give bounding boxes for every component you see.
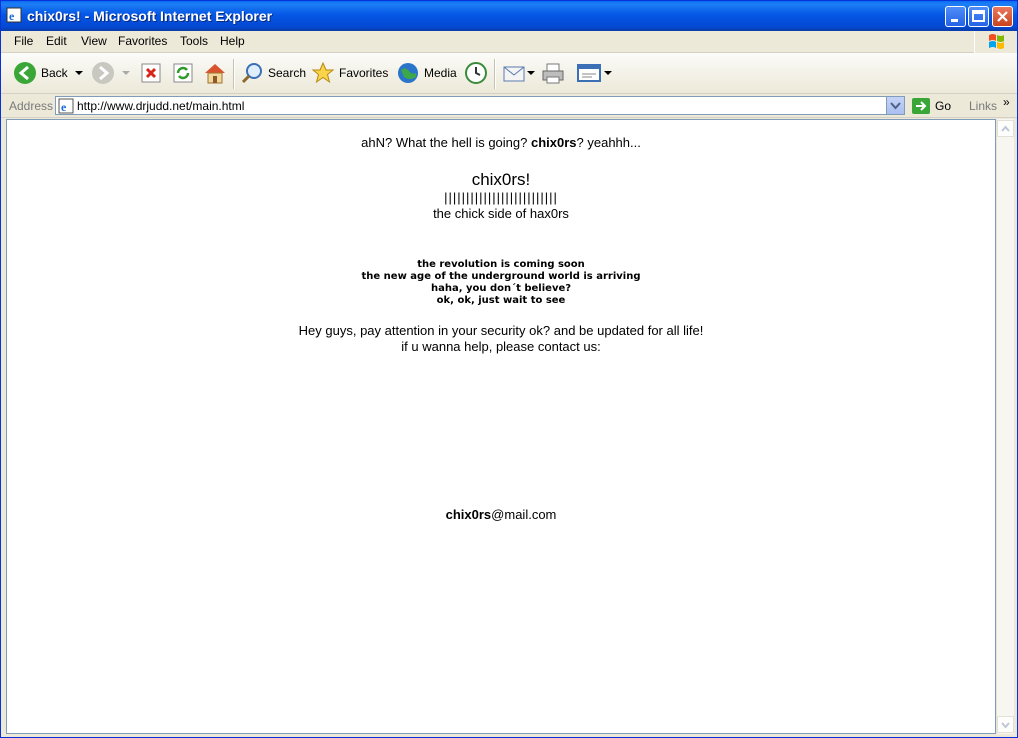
forward-arrow-icon bbox=[92, 62, 114, 84]
back-button[interactable]: Back bbox=[13, 59, 86, 87]
standard-toolbar: Back Search Favorites Media bbox=[1, 53, 1017, 94]
windows-flag-icon bbox=[989, 34, 1004, 49]
menu-view[interactable]: View bbox=[81, 34, 107, 48]
svg-text:e: e bbox=[61, 100, 67, 114]
close-icon bbox=[997, 11, 1008, 22]
bold-line: haha, you don´t believe? bbox=[430, 283, 572, 294]
page-subtitle: the chick side of hax0rs bbox=[433, 206, 569, 221]
help-line: if u wanna help, please contact us: bbox=[401, 339, 601, 354]
intro-text-bold: chix0rs bbox=[530, 135, 577, 150]
go-button[interactable]: Go bbox=[911, 97, 951, 115]
ie-icon: e bbox=[6, 7, 22, 23]
chevron-down-icon[interactable] bbox=[119, 68, 133, 78]
minimize-button[interactable] bbox=[945, 6, 966, 27]
address-bar: Address e http://www.drjudd.net/main.htm… bbox=[1, 94, 1017, 118]
intro-text-c: ? yeahhh... bbox=[576, 135, 641, 150]
star-icon bbox=[311, 61, 335, 84]
bold-line: ok, ok, just wait to see bbox=[436, 295, 566, 306]
mail-envelope-icon bbox=[503, 66, 525, 82]
menu-edit[interactable]: Edit bbox=[46, 34, 67, 48]
title-bar[interactable]: e chix0rs! - Microsoft Internet Explorer bbox=[1, 1, 1017, 31]
maximize-button[interactable] bbox=[968, 6, 989, 27]
edit-button[interactable] bbox=[576, 59, 614, 87]
intro-text-a: ahN? What the hell is going? bbox=[361, 135, 531, 150]
links-button[interactable]: Links bbox=[969, 99, 997, 113]
page-content: ahN? What the hell is going? chix0rs? ye… bbox=[6, 119, 996, 734]
address-url[interactable]: http://www.drjudd.net/main.html bbox=[77, 99, 244, 113]
menu-tools[interactable]: Tools bbox=[180, 34, 208, 48]
home-icon bbox=[205, 64, 225, 84]
intro-line: ahN? What the hell is going? chix0rs? ye… bbox=[7, 135, 995, 150]
mail-button[interactable] bbox=[502, 59, 536, 87]
bar-divider: |||||||||||||||||||||||||| bbox=[444, 190, 558, 205]
stop-icon bbox=[141, 63, 161, 83]
chevron-down-icon[interactable] bbox=[526, 68, 536, 78]
print-button[interactable] bbox=[541, 59, 565, 87]
favorites-label: Favorites bbox=[339, 66, 389, 80]
scroll-up-button[interactable] bbox=[997, 120, 1014, 137]
search-label: Search bbox=[268, 66, 307, 80]
chevron-down-icon bbox=[1001, 722, 1010, 729]
back-label: Back bbox=[41, 66, 68, 80]
go-arrow-icon bbox=[912, 98, 930, 114]
search-icon bbox=[241, 63, 262, 84]
refresh-icon bbox=[173, 63, 193, 83]
chevron-down-icon[interactable] bbox=[72, 68, 86, 78]
chevron-down-icon[interactable] bbox=[602, 68, 614, 78]
scroll-down-button[interactable] bbox=[997, 716, 1014, 733]
close-button[interactable] bbox=[992, 6, 1013, 27]
address-input[interactable]: e http://www.drjudd.net/main.html bbox=[55, 96, 905, 115]
svg-text:e: e bbox=[9, 9, 15, 23]
media-globe-icon bbox=[398, 63, 418, 83]
maximize-icon bbox=[972, 10, 985, 22]
menu-bar: File Edit View Favorites Tools Help bbox=[1, 31, 1017, 53]
media-button[interactable]: Media bbox=[396, 59, 457, 87]
window-title: chix0rs! - Microsoft Internet Explorer bbox=[27, 8, 273, 24]
vertical-scrollbar[interactable] bbox=[996, 119, 1014, 734]
refresh-button[interactable] bbox=[172, 59, 194, 87]
address-dropdown-button[interactable] bbox=[886, 97, 904, 114]
menu-file[interactable]: File bbox=[14, 34, 33, 48]
page-ie-icon: e bbox=[58, 98, 74, 114]
bold-line: the new age of the underground world is … bbox=[361, 271, 641, 282]
home-button[interactable] bbox=[202, 59, 228, 87]
media-label: Media bbox=[424, 66, 457, 80]
forward-button[interactable] bbox=[91, 59, 133, 87]
browser-window: e chix0rs! - Microsoft Internet Explorer… bbox=[0, 0, 1018, 738]
windows-logo bbox=[974, 31, 1017, 53]
toolbar-separator bbox=[494, 59, 496, 89]
go-label: Go bbox=[935, 99, 952, 113]
email-domain: @mail.com bbox=[491, 507, 557, 522]
edit-page-icon bbox=[577, 64, 601, 82]
stop-button[interactable] bbox=[140, 59, 162, 87]
minimize-icon bbox=[951, 19, 958, 22]
back-arrow-icon bbox=[14, 62, 36, 84]
chevron-up-icon bbox=[1001, 125, 1010, 132]
favorites-button[interactable]: Favorites bbox=[311, 59, 388, 87]
search-button[interactable]: Search bbox=[240, 59, 306, 87]
email-bold: chix0rs bbox=[445, 507, 492, 522]
printer-icon bbox=[542, 63, 564, 84]
menu-favorites[interactable]: Favorites bbox=[118, 34, 167, 48]
menu-help[interactable]: Help bbox=[220, 34, 245, 48]
links-chevron-icon[interactable]: » bbox=[1003, 95, 1010, 109]
security-message: Hey guys, pay attention in your security… bbox=[7, 323, 995, 355]
history-clock-icon bbox=[465, 62, 487, 84]
toolbar-separator bbox=[233, 59, 235, 89]
contact-email[interactable]: chix0rs@mail.com bbox=[7, 507, 995, 522]
history-button[interactable] bbox=[464, 59, 488, 87]
bold-line: the revolution is coming soon bbox=[417, 259, 585, 270]
hey-line: Hey guys, pay attention in your security… bbox=[298, 323, 704, 338]
address-label: Address bbox=[9, 99, 54, 113]
chevron-down-icon bbox=[890, 102, 901, 110]
bold-message: the revolution is coming soon the new ag… bbox=[7, 259, 995, 307]
page-title: chix0rs! bbox=[471, 170, 531, 189]
